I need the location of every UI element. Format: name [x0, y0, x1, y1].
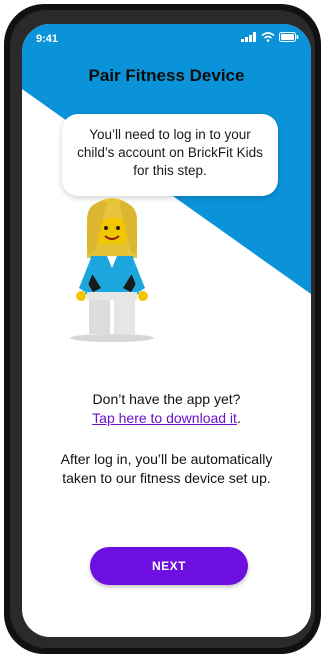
download-link-suffix: . — [236, 410, 241, 426]
battery-icon — [279, 32, 299, 42]
status-time: 9:41 — [36, 33, 59, 45]
page-title: Pair Fitness Device — [88, 66, 245, 85]
speech-bubble-text: You’ll need to log in to your child’s ac… — [77, 127, 263, 178]
after-login-text: After log in, you’ll be automatically ta… — [60, 451, 273, 486]
speech-bubble: You’ll need to log in to your child’s ac… — [62, 114, 278, 196]
download-question: Don’t have the app yet? — [92, 391, 241, 407]
signal-icon — [241, 32, 256, 42]
status-icons — [241, 32, 299, 42]
wifi-icon — [261, 32, 275, 42]
download-app-link[interactable]: Tap here to download it — [92, 410, 237, 426]
status-bar: 9:41 — [22, 24, 311, 54]
next-button[interactable]: NEXT — [90, 547, 248, 585]
download-line: Tap here to download it. — [22, 409, 311, 428]
minifigure-illustration — [70, 198, 154, 342]
app-screen: 9:41 Pair Fitness Device You’ll need to … — [22, 24, 311, 637]
download-prompt: Don’t have the app yet? Tap here to down… — [22, 390, 311, 428]
